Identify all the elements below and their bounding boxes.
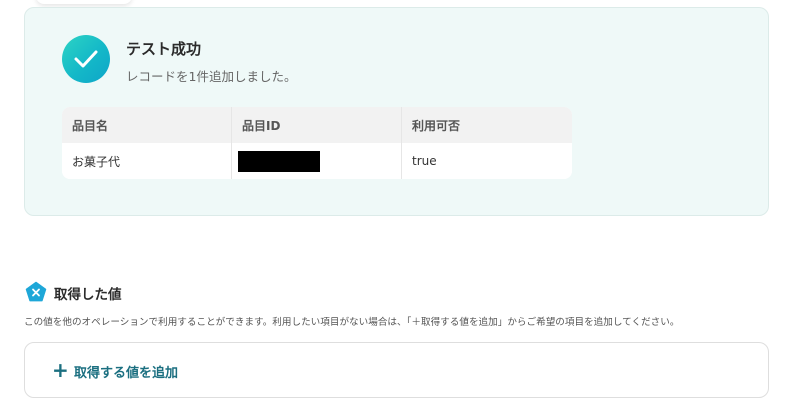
add-acquired-value-button[interactable]: + 取得する値を追加 [24,342,769,398]
test-success-card: テスト成功 レコードを1件追加しました。 品目名 品目ID 利用可否 お菓子代 … [24,7,769,216]
plus-icon: + [52,358,69,382]
cell-item-name: お菓子代 [62,143,232,179]
result-table: 品目名 品目ID 利用可否 お菓子代 true [62,107,572,179]
section-description: この値を他のオペレーションで利用することができます。利用したい項目がない場合は、… [24,317,680,328]
column-header-item-id: 品目ID [232,107,402,143]
table-header-row: 品目名 品目ID 利用可否 [62,107,572,143]
column-header-item-name: 品目名 [62,107,232,143]
add-button-label: 取得する値を追加 [74,366,179,381]
cell-item-id [232,143,402,179]
success-message: レコードを1件追加しました。 [126,69,297,84]
section-title: 取得した値 [54,287,122,303]
redacted-value [238,150,320,172]
previous-card-edge [36,0,132,4]
table-row: お菓子代 true [62,143,572,179]
cell-availability: true [402,143,572,179]
success-title: テスト成功 [126,40,202,58]
check-circle-icon [62,35,110,83]
pentagon-x-icon [25,281,47,303]
column-header-availability: 利用可否 [402,107,572,143]
